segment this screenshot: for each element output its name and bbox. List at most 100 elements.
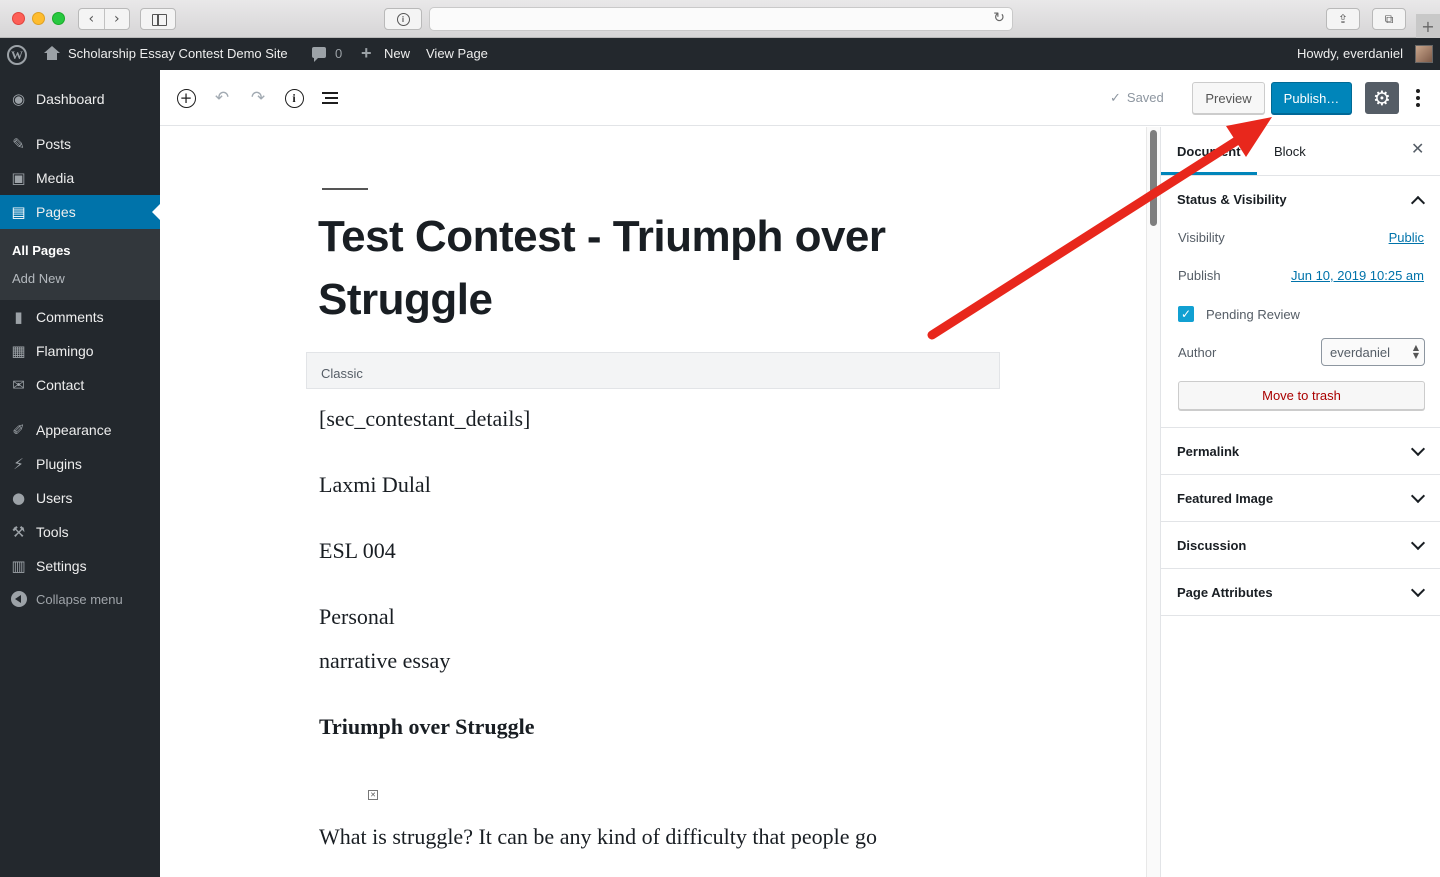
menu-item-settings[interactable]: ▥ Settings [0, 549, 160, 583]
address-bar[interactable]: ↻ [429, 7, 1013, 31]
visibility-label: Visibility [1178, 230, 1225, 245]
page-attributes-panel-toggle[interactable]: Page Attributes [1177, 585, 1273, 600]
broken-image-icon[interactable]: ✕ [368, 790, 378, 800]
menu-item-media[interactable]: ▣ Media [0, 161, 160, 195]
back-icon[interactable]: ‹ [79, 9, 105, 29]
chevron-down-icon[interactable] [1410, 535, 1426, 551]
menu-item-comments[interactable]: ▮ Comments [0, 300, 160, 334]
saved-label: Saved [1126, 90, 1164, 105]
comment-icon[interactable] [312, 47, 326, 62]
view-page-link[interactable]: View Page [426, 46, 488, 61]
publish-button[interactable]: Publish… [1271, 82, 1352, 114]
menu-label: Users [36, 490, 73, 506]
list-icon [322, 92, 338, 104]
close-window-button[interactable] [12, 12, 25, 25]
editor-scrollbar[interactable] [1146, 127, 1160, 877]
avatar[interactable] [1415, 45, 1433, 63]
site-name-link[interactable]: Scholarship Essay Contest Demo Site [68, 46, 288, 61]
title-separator [322, 188, 368, 190]
undo-icon[interactable]: ↶ [211, 87, 233, 109]
menu-item-users[interactable]: ● Users [0, 481, 160, 515]
discussion-panel-toggle[interactable]: Discussion [1177, 538, 1246, 553]
privacy-report-button[interactable]: i [384, 8, 422, 30]
redo-icon[interactable]: ↷ [247, 87, 269, 109]
tab-document[interactable]: Document [1177, 144, 1241, 159]
menu-label: Contact [36, 377, 85, 393]
content-paragraph[interactable]: Personal [319, 604, 395, 630]
classic-block-toolbar[interactable]: Classic [306, 352, 1000, 389]
pending-review-label[interactable]: Pending Review [1206, 307, 1300, 322]
chevron-up-icon[interactable] [1410, 195, 1426, 211]
submenu-add-new[interactable]: Add New [12, 271, 65, 286]
close-icon[interactable]: ✕ [1411, 139, 1424, 158]
menu-item-posts[interactable]: ✎ Posts [0, 127, 160, 161]
wp-admin-bar: W Scholarship Essay Contest Demo Site 0 … [0, 38, 1440, 70]
share-icon[interactable]: ⇪ [1326, 8, 1360, 30]
menu-label: Plugins [36, 456, 82, 472]
sidebar-toggle-icon[interactable] [140, 8, 176, 30]
menu-label: Pages [36, 204, 76, 220]
users-icon: ● [11, 489, 26, 507]
divider [1161, 568, 1440, 569]
publish-label: Publish [1178, 268, 1221, 283]
add-block-button[interactable]: + [175, 87, 197, 109]
home-icon[interactable] [44, 46, 60, 60]
new-tab-icon[interactable]: + [1416, 14, 1440, 38]
chevron-down-icon[interactable] [1410, 441, 1426, 457]
content-heading[interactable]: Triumph over Struggle [319, 714, 535, 740]
permalink-panel-toggle[interactable]: Permalink [1177, 444, 1239, 459]
gear-icon[interactable]: ⚙ [1365, 82, 1399, 114]
menu-item-tools[interactable]: ⚒ Tools [0, 515, 160, 549]
submenu-all-pages[interactable]: All Pages [12, 243, 71, 258]
preview-button[interactable]: Preview [1192, 82, 1265, 114]
menu-item-flamingo[interactable]: ▦ Flamingo [0, 334, 160, 368]
tab-overview-icon[interactable]: ⧉ [1372, 8, 1406, 30]
author-select[interactable]: everdaniel ▲ ▼ [1321, 338, 1425, 366]
menu-item-appearance[interactable]: ✐ Appearance [0, 413, 160, 447]
publish-date-link[interactable]: Jun 10, 2019 10:25 am [1291, 268, 1424, 283]
chevron-down-icon[interactable] [1410, 582, 1426, 598]
scroll-thumb[interactable] [1150, 130, 1157, 226]
admin-menu: ◉ Dashboard ✎ Posts ▣ Media ▤ Pages All … [0, 70, 160, 877]
minimize-window-button[interactable] [32, 12, 45, 25]
collapse-icon [10, 591, 27, 608]
collapse-menu-button[interactable]: Collapse menu [0, 582, 160, 616]
menu-label: Media [36, 170, 75, 186]
plus-icon[interactable]: + [361, 43, 372, 64]
chevron-down-icon[interactable] [1410, 488, 1426, 504]
new-content-link[interactable]: New [384, 46, 410, 61]
account-menu[interactable]: Howdy, everdaniel [1297, 46, 1403, 61]
move-to-trash-button[interactable]: Move to trash [1178, 381, 1425, 410]
history-nav: ‹ › [78, 8, 130, 30]
content-paragraph[interactable]: Laxmi Dulal [319, 472, 431, 498]
menu-item-plugins[interactable]: ⚡ Plugins [0, 447, 160, 481]
block-navigation-button[interactable] [319, 87, 341, 109]
menu-label: Collapse menu [36, 591, 123, 607]
content-structure-button[interactable]: i [283, 87, 305, 109]
pages-submenu: All Pages Add New [0, 229, 160, 300]
comments-icon: ▮ [14, 308, 23, 326]
zoom-window-button[interactable] [52, 12, 65, 25]
pending-review-checkbox[interactable]: ✓ [1178, 306, 1194, 322]
tab-block[interactable]: Block [1274, 144, 1306, 159]
mail-icon: ✉ [12, 376, 25, 394]
content-paragraph[interactable]: ESL 004 [319, 538, 396, 564]
content-paragraph[interactable]: narrative essay [319, 648, 450, 674]
featured-image-panel-toggle[interactable]: Featured Image [1177, 491, 1273, 506]
visibility-link[interactable]: Public [1389, 230, 1424, 245]
status-visibility-toggle[interactable]: Status & Visibility [1177, 192, 1287, 207]
forward-icon[interactable]: › [105, 9, 130, 29]
pages-icon: ▤ [11, 203, 26, 221]
wordpress-logo-icon[interactable]: W [7, 45, 27, 65]
menu-item-dashboard[interactable]: ◉ Dashboard [0, 82, 160, 116]
reload-icon[interactable]: ↻ [993, 10, 1005, 26]
comments-count[interactable]: 0 [335, 46, 342, 61]
menu-item-contact[interactable]: ✉ Contact [0, 368, 160, 402]
content-paragraph[interactable]: [sec_contestant_details] [319, 406, 530, 432]
content-paragraph[interactable]: What is struggle? It can be any kind of … [319, 824, 877, 850]
check-icon: ✓ [1110, 91, 1121, 106]
post-title[interactable]: Test Contest - Triumph over Struggle [318, 205, 968, 331]
menu-item-pages[interactable]: ▤ Pages [0, 195, 160, 229]
more-options-icon[interactable] [1412, 87, 1424, 109]
saved-status: ✓ Saved [1110, 90, 1164, 106]
